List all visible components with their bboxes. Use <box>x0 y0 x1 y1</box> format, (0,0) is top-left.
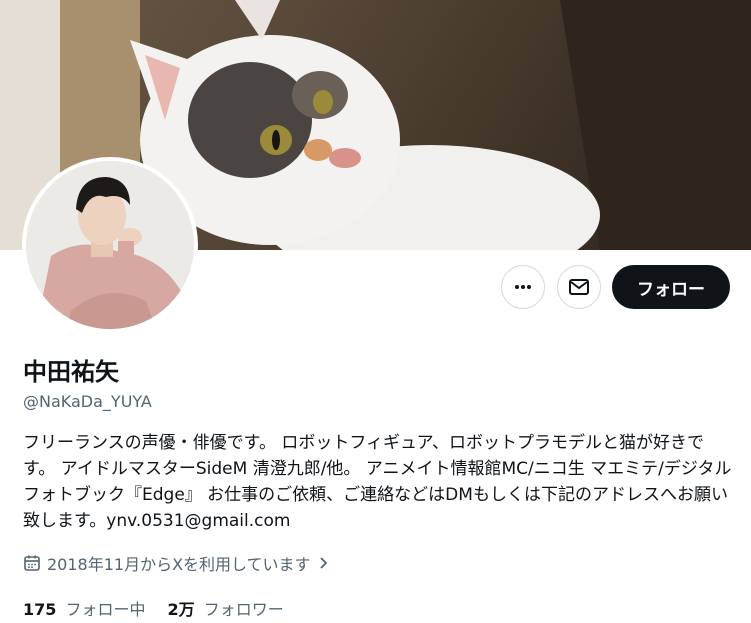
more-button[interactable] <box>501 265 545 309</box>
followers-label: フォロワー <box>203 600 284 619</box>
following-link[interactable]: 175 フォロー中 <box>23 596 146 620</box>
follow-button[interactable]: フォロー <box>612 265 730 309</box>
envelope-icon <box>569 279 589 295</box>
following-label: フォロー中 <box>65 600 146 619</box>
chevron-right-icon <box>319 557 327 569</box>
more-horizontal-icon <box>515 285 531 289</box>
avatar[interactable] <box>22 157 198 333</box>
calendar-icon <box>24 555 40 571</box>
profile-handle: @NaKaDa_YUYA <box>23 392 152 411</box>
profile-bio: フリーランスの声優・俳優です。 ロボットフィギュア、ロボットプラモデルと猫が好き… <box>23 433 732 531</box>
profile-name: 中田祐矢 <box>23 358 119 386</box>
joined-label: 2018年11月からXを利用しています <box>47 555 311 574</box>
followers-link[interactable]: 2万 フォロワー <box>168 596 284 620</box>
profile-stats: 175 フォロー中 2万 フォロワー <box>23 596 284 620</box>
message-button[interactable] <box>557 265 601 309</box>
followers-count: 2万 <box>167 600 195 619</box>
avatar-image <box>26 161 194 329</box>
following-count: 175 <box>23 600 57 619</box>
joined-date[interactable]: 2018年11月からXを利用しています <box>23 551 331 575</box>
